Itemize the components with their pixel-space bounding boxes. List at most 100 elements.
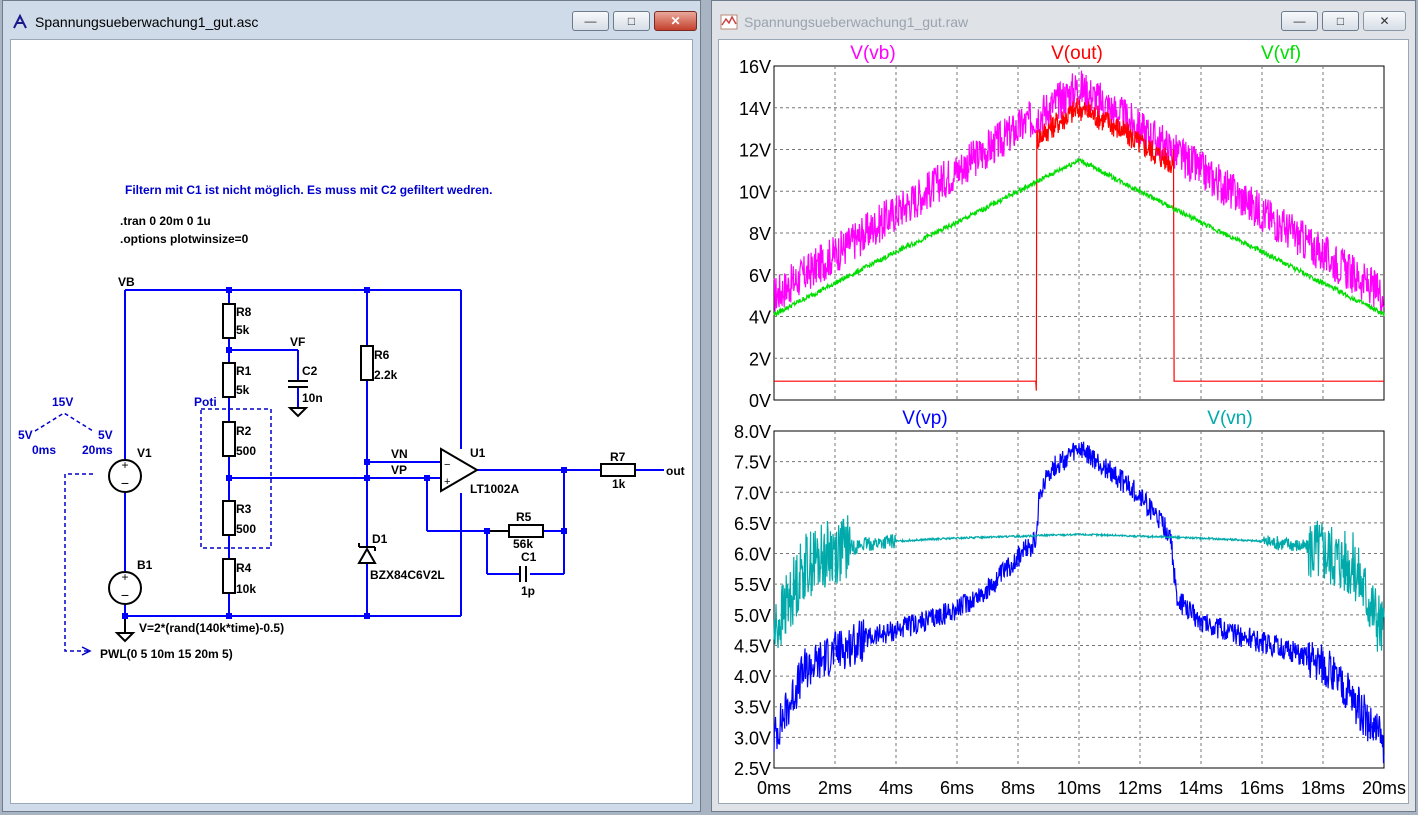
waveform-window: Spannungsueberwachung1_gut.raw — □ ✕ 0V 2… <box>711 0 1416 812</box>
r4-ref: R4 <box>236 561 252 575</box>
waveform-app-icon <box>720 14 738 30</box>
schematic-window-title: Spannungsueberwachung1_gut.asc <box>35 14 259 30</box>
pwl-expression: PWL(0 5 10m 15 20m 5) <box>100 647 233 661</box>
pwl-t1-label: 20ms <box>82 443 113 457</box>
waveform-minimize-button[interactable]: — <box>1281 11 1318 31</box>
svg-text:−: − <box>121 587 129 603</box>
series-name-vvn[interactable]: V(vn) <box>1207 408 1252 429</box>
y-tick-label: 8.0V <box>734 422 771 442</box>
c1-ref: C1 <box>521 550 537 564</box>
waveform-window-title: Spannungsueberwachung1_gut.raw <box>744 14 969 30</box>
r2-ref: R2 <box>236 424 252 438</box>
schematic-window: Spannungsueberwachung1_gut.asc — □ ✕ + −… <box>2 0 701 812</box>
y-tick-label: 0V <box>749 391 771 411</box>
y-tick-label: 6.5V <box>734 514 771 534</box>
pwl-t0-label: 0ms <box>32 443 56 457</box>
y-tick-label: 10V <box>739 182 771 202</box>
d1-value: BZX84C6V2L <box>370 568 445 582</box>
r1-ref: R1 <box>236 364 252 378</box>
r7-ref: R7 <box>610 450 626 464</box>
y-tick-label: 6.0V <box>734 545 771 565</box>
svg-text:+: + <box>121 458 128 472</box>
r5-ref: R5 <box>516 510 532 524</box>
r2-value: 500 <box>236 444 256 458</box>
schematic-drawing: + − + − − + Filtern mit C1 ist nicht mög… <box>18 183 685 661</box>
r8-ref: R8 <box>236 305 252 319</box>
plot-area[interactable]: 0V 2V 4V 6V 8V 10V 12V 14V 16V V(vb) V(out) V(vf) 2… <box>718 39 1409 804</box>
series-name-vout[interactable]: V(out) <box>1051 43 1103 64</box>
x-tick-label: 4ms <box>879 778 913 798</box>
y-tick-label: 12V <box>739 141 771 161</box>
r4-value: 10k <box>236 582 256 596</box>
plot-drawing: 0V 2V 4V 6V 8V 10V 12V 14V 16V V(vb) V(out) V(vf) 2… <box>719 40 1408 803</box>
y-tick-label: 6V <box>749 266 771 286</box>
u1-ref: U1 <box>470 446 486 460</box>
directive-tran: .tran 0 20m 0 1u <box>120 214 211 228</box>
close-button[interactable]: ✕ <box>654 11 697 31</box>
maximize-button[interactable]: □ <box>613 11 650 31</box>
maximize-icon: □ <box>627 14 636 28</box>
net-label-vb: VB <box>118 275 135 289</box>
y-tick-label: 5.0V <box>734 606 771 626</box>
pwl-peak-label: 15V <box>52 395 73 409</box>
schematic-comment: Filtern mit C1 ist nicht möglich. Es mus… <box>125 183 492 197</box>
y-tick-label: 7.5V <box>734 453 771 473</box>
series-name-vvb[interactable]: V(vb) <box>850 43 895 64</box>
x-tick-label: 10ms <box>1057 778 1101 798</box>
y-tick-label: 3.0V <box>734 728 771 748</box>
b1-expression: V=2*(rand(140k*time)-0.5) <box>139 621 284 635</box>
net-label-out: out <box>666 464 685 478</box>
r6-ref: R6 <box>374 348 390 362</box>
svg-text:+: + <box>444 476 450 488</box>
v1-ref: V1 <box>137 446 152 460</box>
svg-text:+: + <box>121 570 128 584</box>
y-tick-label: 14V <box>739 99 771 119</box>
r5-value: 56k <box>513 537 533 551</box>
c2-value: 10n <box>302 391 323 405</box>
ltspice-app-icon <box>13 13 27 29</box>
y-tick-label: 2V <box>749 349 771 369</box>
net-label-vp: VP <box>391 463 407 477</box>
x-tick-label: 6ms <box>940 778 974 798</box>
waveform-titlebar[interactable]: Spannungsueberwachung1_gut.raw — □ ✕ <box>712 1 1415 39</box>
x-tick-label: 18ms <box>1301 778 1345 798</box>
directive-options: .options plotwinsize=0 <box>120 232 249 246</box>
x-tick-label: 12ms <box>1118 778 1162 798</box>
y-tick-label: 7.0V <box>734 483 771 503</box>
x-tick-label: 2ms <box>818 778 852 798</box>
pwl-right-label: 5V <box>98 428 113 442</box>
series-name-vvf[interactable]: V(vf) <box>1261 43 1301 64</box>
maximize-icon: □ <box>1336 14 1345 28</box>
series-name-vvp[interactable]: V(vp) <box>902 408 947 429</box>
c2-ref: C2 <box>302 364 318 378</box>
y-tick-label: 8V <box>749 224 771 244</box>
x-tick-label: 14ms <box>1179 778 1223 798</box>
y-tick-label: 3.5V <box>734 698 771 718</box>
c1-value: 1p <box>521 584 535 598</box>
waveform-close-button[interactable]: ✕ <box>1363 11 1406 31</box>
waveform-maximize-button[interactable]: □ <box>1322 11 1359 31</box>
y-tick-label: 4V <box>749 308 771 328</box>
y-tick-label: 16V <box>739 57 771 77</box>
close-icon: ✕ <box>1379 14 1390 28</box>
d1-ref: D1 <box>372 532 388 546</box>
x-tick-label: 16ms <box>1240 778 1284 798</box>
schematic-canvas[interactable]: + − + − − + Filtern mit C1 ist nicht mög… <box>10 39 693 804</box>
net-label-vf: VF <box>290 335 305 349</box>
minimize-button[interactable]: — <box>572 11 609 31</box>
svg-text:−: − <box>444 459 450 471</box>
r3-value: 500 <box>236 522 256 536</box>
plot-pane-top[interactable]: 0V 2V 4V 6V 8V 10V 12V 14V 16V V(vb) V(out) V(vf) <box>739 43 1385 411</box>
y-tick-label: 4.5V <box>734 636 771 656</box>
net-label-vn: VN <box>391 447 408 461</box>
close-icon: ✕ <box>670 14 681 28</box>
r7-value: 1k <box>612 477 626 491</box>
y-tick-label: 2.5V <box>734 759 771 779</box>
plot-pane-bottom[interactable]: 2.5V 3.0V 3.5V 4.0V 4.5V 5.0V 5.5V 6.0V 6.5V 7.0V… <box>734 408 1406 798</box>
poti-label: Poti <box>194 395 217 409</box>
x-tick-label: 8ms <box>1001 778 1035 798</box>
pwl-left-label: 5V <box>18 428 33 442</box>
schematic-titlebar[interactable]: Spannungsueberwachung1_gut.asc — □ ✕ <box>3 1 700 39</box>
minimize-icon: — <box>1293 14 1306 28</box>
r6-value: 2.2k <box>374 368 398 382</box>
